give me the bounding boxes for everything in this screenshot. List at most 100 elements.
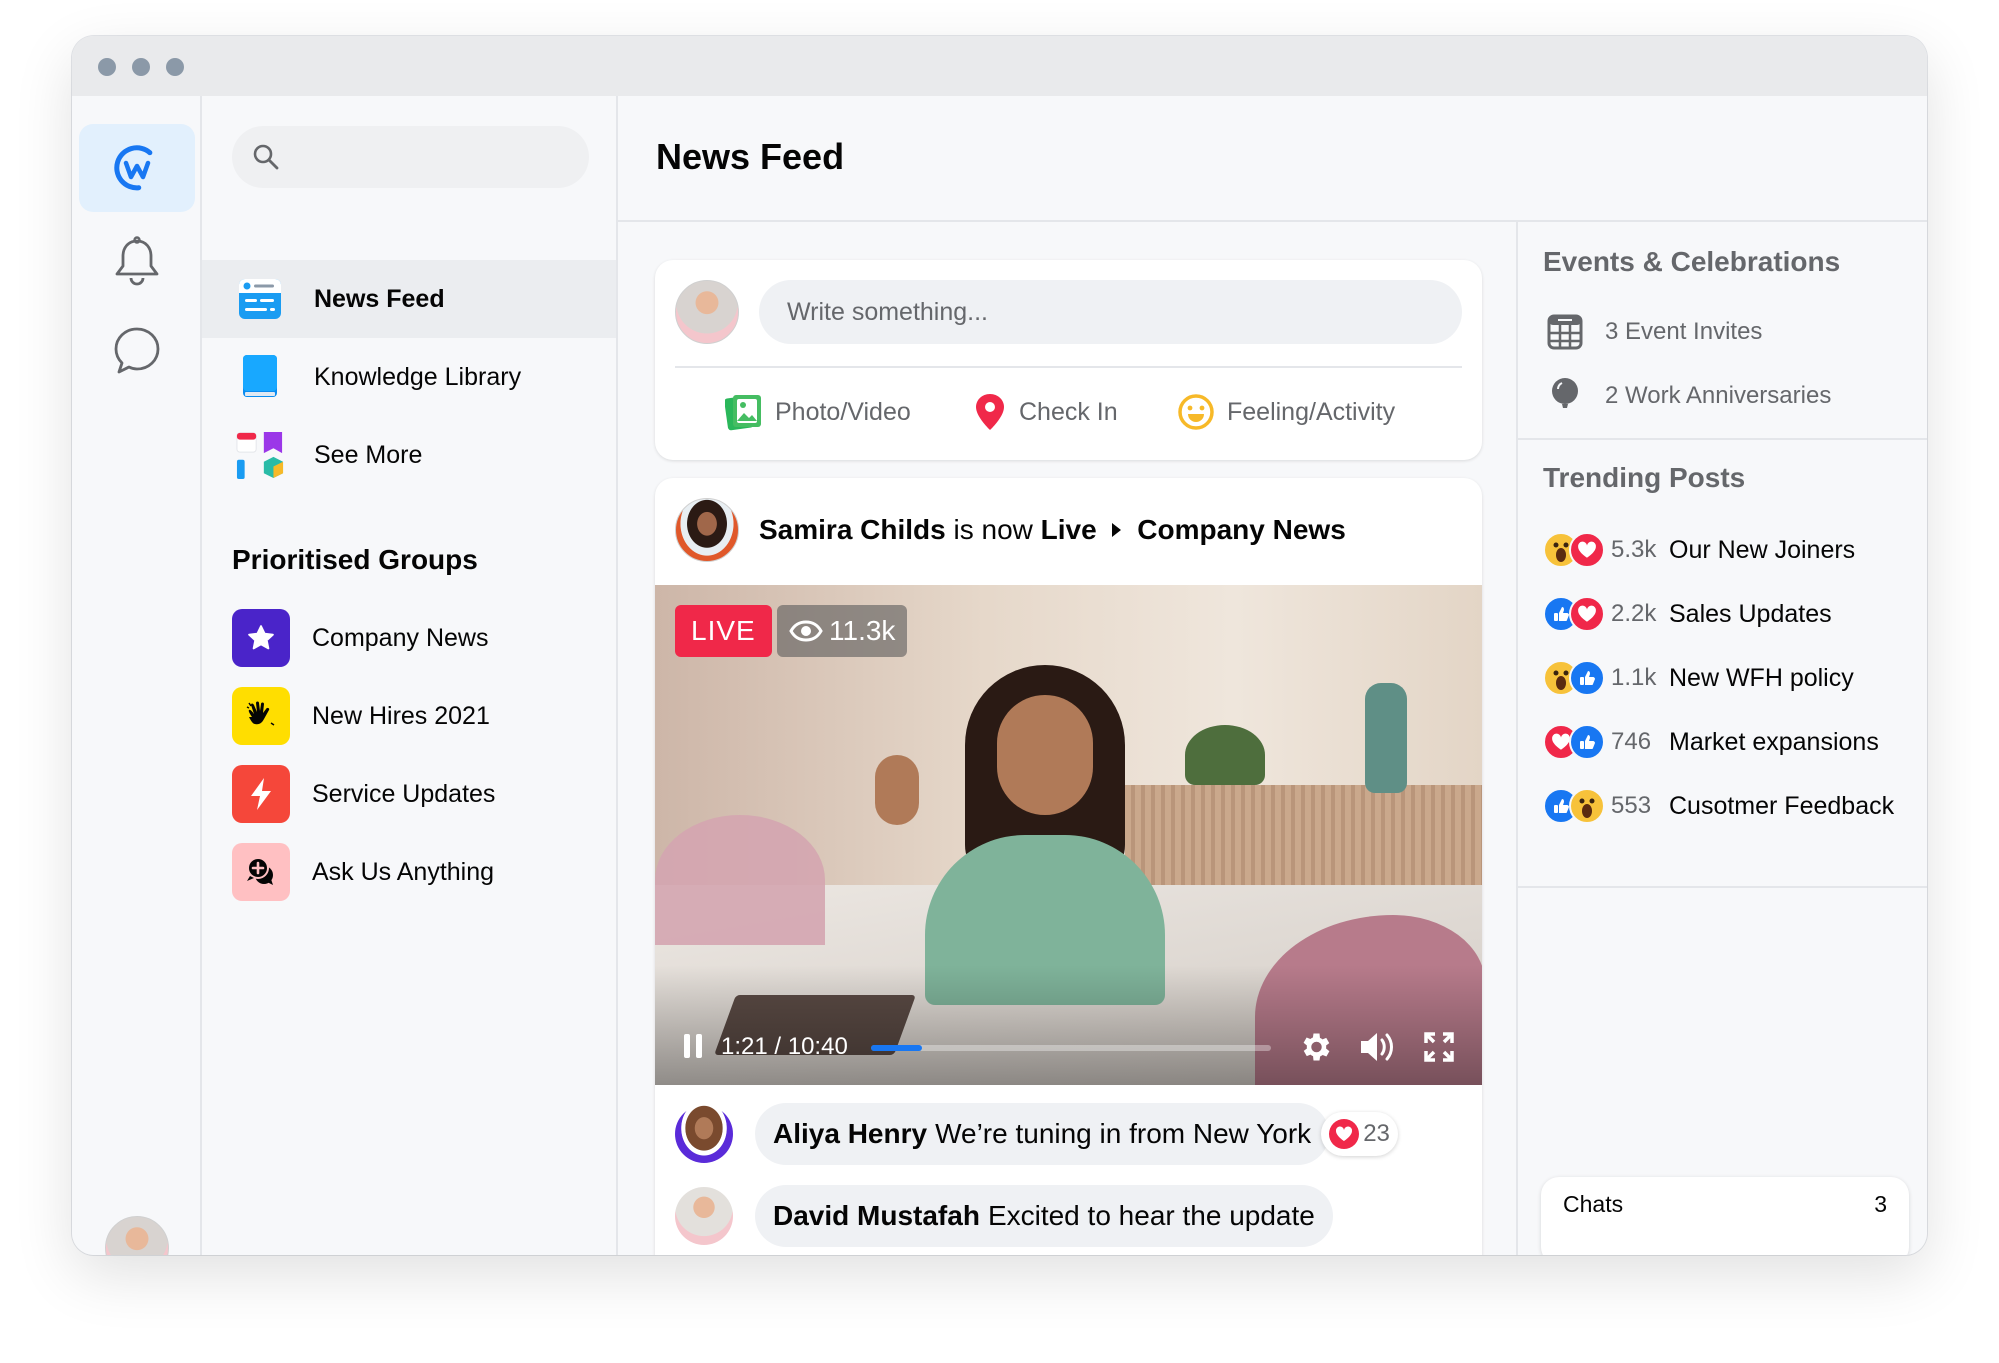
current-user-avatar[interactable]	[105, 1216, 169, 1255]
event-invites-link[interactable]: 3 Event Invites	[1543, 310, 1762, 354]
nav-item-label: Knowledge Library	[314, 362, 522, 391]
check-in-button[interactable]: Check In	[973, 390, 1118, 434]
star-icon	[232, 609, 290, 667]
calendar-icon	[1543, 314, 1587, 350]
comment-author-avatar[interactable]	[675, 1187, 733, 1245]
comment-text: We’re tuning in from New York	[935, 1118, 1312, 1149]
video-scene-vase	[1365, 683, 1407, 793]
composer-user-avatar	[675, 280, 739, 344]
events-heading: Events & Celebrations	[1543, 246, 1841, 277]
video-progress-fill	[871, 1045, 922, 1051]
comment: David Mustafah Excited to hear the updat…	[675, 1185, 1333, 1247]
trending-post-item[interactable]: 2.2k Sales Updates	[1543, 592, 1832, 636]
trending-post-item[interactable]: 5.3k Our New Joiners	[1543, 528, 1855, 572]
smiley-icon	[1177, 393, 1215, 431]
trending-post-item[interactable]: 746 Market expansions	[1543, 720, 1879, 764]
apps-icon	[236, 431, 284, 479]
photo-icon	[725, 393, 763, 431]
eye-icon	[789, 620, 823, 642]
pause-icon	[684, 1034, 702, 1058]
trending-post-title: Market expansions	[1669, 727, 1879, 756]
post-status-text: is now	[953, 514, 1033, 545]
nav-item-knowledge-library[interactable]: Knowledge Library	[202, 338, 616, 416]
chats-panel-button[interactable]: Chats 3	[1541, 1177, 1909, 1255]
viewer-count: 11.3k	[777, 605, 908, 657]
video-timecode: 1:21 / 10:40	[721, 1033, 848, 1061]
volume-button[interactable]	[1355, 1027, 1399, 1067]
live-post: Samira Childs is now Live Company News L…	[655, 478, 1482, 1255]
search-input[interactable]	[232, 126, 589, 188]
current-time: 1:21	[721, 1033, 768, 1060]
fullscreen-button[interactable]	[1421, 1029, 1457, 1065]
settings-button[interactable]	[1295, 1027, 1335, 1067]
lightning-icon	[232, 765, 290, 823]
window-maximize-button[interactable]	[166, 58, 184, 76]
section-divider	[1518, 886, 1927, 888]
title-bar	[72, 36, 1927, 96]
viewer-count-value: 11.3k	[829, 615, 896, 646]
reaction-icons	[1543, 532, 1605, 568]
nav-item-label: News Feed	[314, 284, 445, 313]
reaction-count: 2.2k	[1611, 600, 1657, 627]
window-minimize-button[interactable]	[132, 58, 150, 76]
comment-reactions[interactable]: 23	[1321, 1112, 1398, 1156]
rail-chat-button[interactable]	[79, 306, 195, 394]
post-header-text: Samira Childs is now Live Company News	[759, 514, 1346, 546]
trending-post-title: Cusotmer Feedback	[1669, 791, 1895, 820]
group-service-updates[interactable]: Service Updates	[232, 765, 495, 823]
photo-video-button[interactable]: Photo/Video	[725, 390, 911, 434]
location-pin-icon	[973, 392, 1007, 432]
nav-item-see-more[interactable]: See More	[202, 416, 616, 494]
live-video-player[interactable]: LIVE 11.3k 1:21 / 10:40	[655, 585, 1482, 1085]
group-label: Service Updates	[312, 779, 496, 808]
duration: 10:40	[787, 1033, 848, 1060]
like-reaction-icon	[1569, 660, 1605, 696]
wow-reaction-icon	[1569, 788, 1605, 824]
post-live-status: Live	[1040, 514, 1097, 545]
book-icon	[236, 353, 284, 401]
post-header: Samira Childs is now Live Company News	[675, 498, 1346, 562]
pause-button[interactable]	[681, 1031, 705, 1061]
group-company-news[interactable]: Company News	[232, 609, 488, 667]
group-ask-us-anything[interactable]: Ask Us Anything	[232, 843, 494, 901]
reaction-icons	[1543, 788, 1605, 824]
rail-home-button[interactable]	[79, 124, 195, 212]
window-close-button[interactable]	[98, 58, 116, 76]
comment-author-avatar[interactable]	[675, 1105, 733, 1163]
event-invites-label: 3 Event Invites	[1605, 318, 1763, 345]
comment-author[interactable]: David Mustafah	[773, 1200, 980, 1232]
feeling-activity-button[interactable]: Feeling/Activity	[1177, 390, 1395, 434]
trending-post-title: Our New Joiners	[1669, 535, 1856, 564]
group-label: Company News	[312, 623, 489, 652]
post-group-name[interactable]: Company News	[1137, 514, 1346, 545]
rail-notifications-button[interactable]	[79, 218, 195, 306]
page-title: News Feed	[656, 136, 845, 177]
chats-label: Chats	[1563, 1191, 1624, 1217]
work-anniversaries-link[interactable]: 2 Work Anniversaries	[1543, 374, 1831, 418]
fullscreen-icon	[1424, 1032, 1454, 1062]
video-controls: 1:21 / 10:40	[655, 965, 1482, 1085]
time-separator: /	[774, 1033, 782, 1060]
trending-post-item[interactable]: 1.1k New WFH policy	[1543, 656, 1854, 700]
trending-post-item[interactable]: 553 Cusotmer Feedback	[1543, 784, 1894, 828]
comment-author[interactable]: Aliya Henry	[773, 1118, 927, 1150]
love-reaction-icon	[1569, 596, 1605, 632]
reaction-icons	[1543, 660, 1605, 696]
comment-text: Excited to hear the update	[987, 1200, 1315, 1231]
right-sidebar: Events & Celebrations 3 Event Invites 2 …	[1518, 222, 1927, 1255]
wave-hand-icon	[232, 687, 290, 745]
post-author-name[interactable]: Samira Childs	[759, 514, 946, 545]
group-new-hires-2021[interactable]: New Hires 2021	[232, 687, 490, 745]
balloon-icon	[1543, 377, 1587, 415]
write-something-input[interactable]: Write something...	[759, 280, 1462, 344]
composer-placeholder: Write something...	[787, 297, 989, 326]
reaction-count: 746	[1611, 728, 1652, 755]
group-label: New Hires 2021	[312, 701, 490, 730]
search-field[interactable]	[292, 144, 572, 170]
page-header: News Feed	[618, 96, 1927, 222]
post-composer: Write something... Photo/Video Check In	[655, 260, 1482, 460]
video-progress-bar[interactable]	[871, 1045, 1271, 1051]
nav-item-news-feed[interactable]: News Feed	[202, 260, 616, 338]
post-author-avatar[interactable]	[675, 498, 739, 562]
comment-bubble: Aliya Henry We’re tuning in from New Yor…	[755, 1103, 1330, 1165]
